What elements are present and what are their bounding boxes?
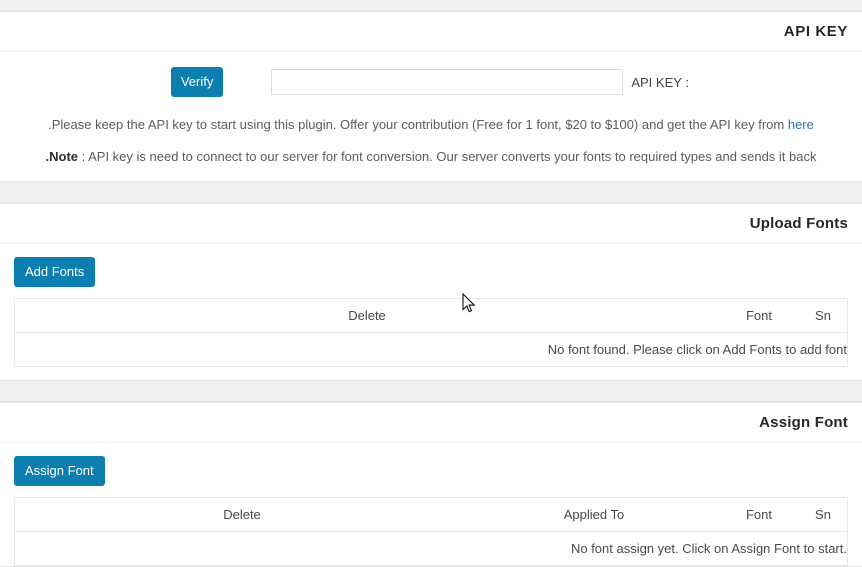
- assign-font-col-sn[interactable]: Sn: [799, 497, 848, 532]
- upload-fonts-empty-row: No font found. Please click on Add Fonts…: [15, 333, 848, 367]
- upload-fonts-table-head: Sn Font Delete: [14, 298, 848, 333]
- assign-font-button-bar: Assign Font: [14, 443, 848, 497]
- api-key-panel: API KEY Verify : API KEY .Please keep th…: [0, 11, 862, 182]
- panel-gap-2: [0, 381, 862, 402]
- upload-fonts-table: Sn Font Delete No font found. Please cli…: [14, 298, 848, 367]
- api-key-field-label: : API KEY: [631, 74, 690, 90]
- assign-font-panel-header: Assign Font: [0, 403, 862, 443]
- assign-font-empty-row: .No font assign yet. Click on Assign Fon…: [15, 532, 848, 566]
- upload-fonts-col-sn[interactable]: Sn: [799, 298, 848, 333]
- assign-font-table: Sn Font Applied To Delete .No font assig…: [14, 497, 848, 566]
- upload-fonts-button-bar: Add Fonts: [14, 244, 848, 298]
- upload-fonts-panel: Upload Fonts Add Fonts Sn Font Delete No…: [0, 203, 862, 381]
- assign-font-empty-message: .No font assign yet. Click on Assign Fon…: [570, 541, 847, 556]
- upload-fonts-col-font[interactable]: Font: [719, 298, 799, 333]
- api-key-panel-header: API KEY: [0, 12, 862, 52]
- upload-fonts-bottom-space: [14, 367, 848, 380]
- assign-font-table-body: .No font assign yet. Click on Assign Fon…: [15, 532, 848, 566]
- upload-fonts-header-row: Sn Font Delete: [14, 298, 848, 333]
- upload-fonts-col-delete[interactable]: Delete: [14, 298, 719, 333]
- api-key-input[interactable]: [271, 69, 624, 95]
- api-key-panel-body: Verify : API KEY .Please keep the API ke…: [0, 52, 862, 181]
- api-key-note-text: .Note : API key is need to connect to ou…: [14, 132, 848, 181]
- assign-font-col-delete[interactable]: Delete: [14, 497, 469, 532]
- assign-font-col-applied-to[interactable]: Applied To: [469, 497, 719, 532]
- assign-font-table-head: Sn Font Applied To Delete: [14, 497, 848, 532]
- panel-gap-1: [0, 182, 862, 203]
- api-key-note-body: : API key is need to connect to our serv…: [78, 149, 817, 164]
- upload-fonts-panel-title: Upload Fonts: [749, 215, 848, 232]
- assign-font-col-font[interactable]: Font: [719, 497, 799, 532]
- api-key-here-link[interactable]: here: [788, 117, 814, 132]
- api-key-info-prefix: .Please keep the API key to start using …: [48, 117, 788, 132]
- verify-button[interactable]: Verify: [170, 67, 224, 97]
- add-fonts-button[interactable]: Add Fonts: [14, 257, 96, 287]
- assign-font-panel: Assign Font Assign Font Sn Font Applied …: [0, 402, 862, 567]
- assign-font-header-row: Sn Font Applied To Delete: [14, 497, 848, 532]
- assign-font-panel-body: Assign Font Sn Font Applied To Delete .N…: [0, 443, 862, 566]
- upload-fonts-panel-header: Upload Fonts: [0, 204, 862, 244]
- upload-fonts-table-body: No font found. Please click on Add Fonts…: [15, 333, 848, 367]
- api-key-panel-title: API KEY: [783, 23, 848, 40]
- page-top-strip: [0, 0, 862, 11]
- upload-fonts-panel-body: Add Fonts Sn Font Delete No font found. …: [0, 244, 862, 380]
- api-key-note-label: .Note: [45, 149, 79, 164]
- assign-font-panel-title: Assign Font: [759, 414, 848, 431]
- api-key-info-text: .Please keep the API key to start using …: [14, 101, 848, 132]
- upload-fonts-empty-message: No font found. Please click on Add Fonts…: [547, 342, 847, 357]
- assign-font-button[interactable]: Assign Font: [14, 456, 105, 486]
- api-key-form-row: Verify : API KEY: [14, 52, 848, 101]
